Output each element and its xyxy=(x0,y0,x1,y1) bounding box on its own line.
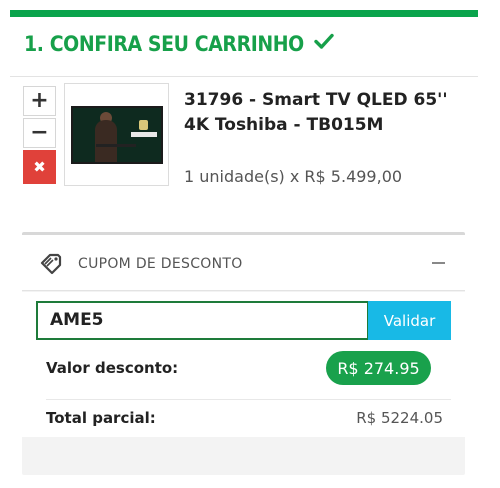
quantity-controls: + − ✖ xyxy=(23,86,58,184)
product-name[interactable]: 31796 - Smart TV QLED 65'' 4K Toshiba - … xyxy=(184,88,474,138)
increment-button[interactable]: + xyxy=(23,86,56,116)
discount-value-badge: R$ 274.95 xyxy=(326,351,431,385)
product-thumbnail[interactable] xyxy=(64,83,169,186)
subtotal-value: R$ 5224.05 xyxy=(356,409,443,427)
step-title-text: 1. CONFIRA SEU CARRINHO xyxy=(24,32,304,56)
cart-section: 1. CONFIRA SEU CARRINHO + − ✖ 31796 - Sm… xyxy=(10,10,478,488)
subtotal-label: Total parcial: xyxy=(46,409,156,427)
decrement-button[interactable]: − xyxy=(23,118,56,148)
section-top-bar xyxy=(10,10,478,17)
coupon-panel: CUPOM DE DESCONTO AME5 Validar Valor des… xyxy=(22,232,465,475)
divider xyxy=(10,76,478,77)
divider xyxy=(46,399,451,400)
tag-icon xyxy=(39,252,63,280)
close-icon: ✖ xyxy=(33,157,46,176)
remove-item-button[interactable]: ✖ xyxy=(23,150,56,184)
coupon-code-input[interactable]: AME5 xyxy=(36,301,369,340)
validate-button[interactable]: Validar xyxy=(368,301,451,340)
product-quantity-price: 1 unidade(s) x R$ 5.499,00 xyxy=(184,167,403,186)
discount-label: Valor desconto: xyxy=(46,359,179,377)
tv-image xyxy=(70,105,163,164)
coupon-header-label: CUPOM DE DESCONTO xyxy=(78,256,243,272)
step-title: 1. CONFIRA SEU CARRINHO xyxy=(24,32,334,56)
minus-icon[interactable] xyxy=(432,262,445,264)
tv-stand xyxy=(96,144,136,147)
coupon-header[interactable]: CUPOM DE DESCONTO xyxy=(22,235,465,291)
coupon-body: AME5 Validar Valor desconto: R$ 274.95 T… xyxy=(22,292,465,437)
check-icon xyxy=(314,31,334,55)
